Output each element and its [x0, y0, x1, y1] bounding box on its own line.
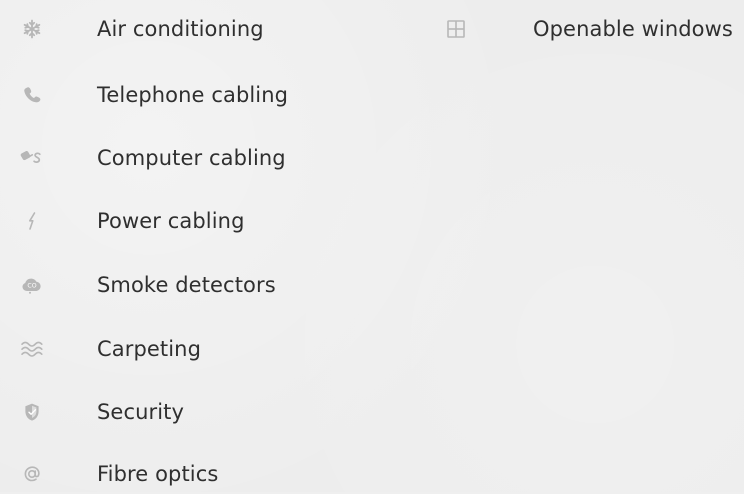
feature-label: Openable windows — [533, 16, 733, 41]
feature-label: Air conditioning — [97, 16, 264, 41]
waves-icon — [14, 329, 50, 369]
at-icon — [14, 454, 50, 494]
feature-air-conditioning: Air conditioning — [14, 9, 264, 49]
feature-label: Power cabling — [97, 208, 245, 233]
feature-security: Security — [14, 392, 184, 432]
window-grid-icon — [438, 9, 474, 49]
snowflake-icon — [14, 9, 50, 49]
feature-fibre-optics: Fibre optics — [14, 454, 218, 494]
feature-label: Security — [97, 399, 185, 424]
feature-power-cabling: Power cabling — [14, 201, 245, 241]
feature-label: Smoke detectors — [97, 272, 276, 297]
shield-icon — [14, 392, 50, 432]
feature-label: Telephone cabling — [97, 82, 289, 107]
svg-text:CO: CO — [27, 283, 36, 290]
feature-smoke-detectors: CO Smoke detectors — [14, 265, 276, 305]
feature-openable-windows: Openable windows — [438, 9, 733, 49]
amenities-panel: Air conditioning Telephone cabling Compu… — [0, 0, 744, 492]
feature-label: Carpeting — [97, 336, 202, 361]
feature-label: Computer cabling — [97, 145, 286, 170]
feature-computer-cabling: Computer cabling — [14, 138, 286, 178]
feature-telephone-cabling: Telephone cabling — [14, 75, 288, 115]
computer-cable-icon — [14, 138, 50, 178]
phone-icon — [14, 75, 50, 115]
feature-label: Fibre optics — [97, 461, 219, 486]
lightning-icon — [14, 201, 50, 241]
feature-carpeting: Carpeting — [14, 329, 201, 369]
co-smoke-icon: CO — [14, 265, 50, 305]
